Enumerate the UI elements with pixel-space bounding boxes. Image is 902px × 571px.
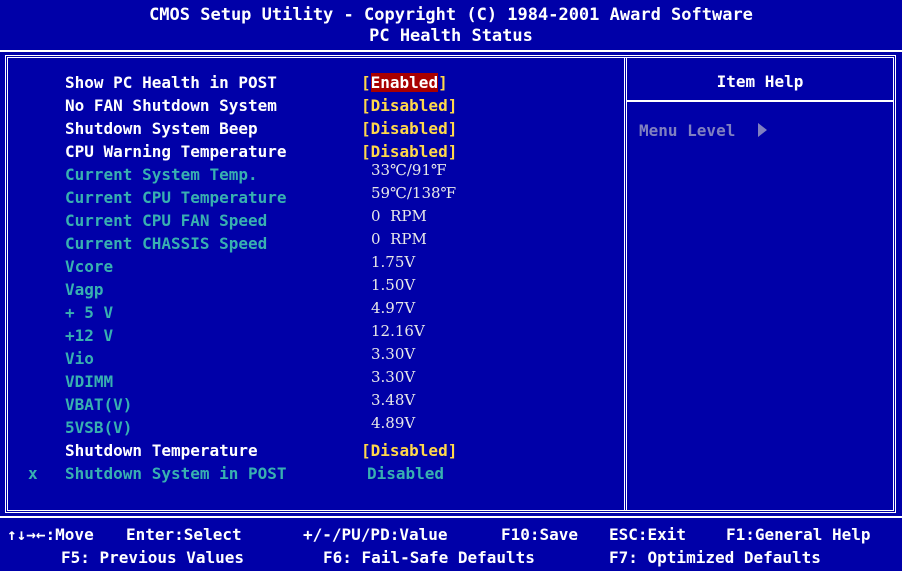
item-help-panel: Item Help Menu Level xyxy=(627,58,893,510)
header-divider xyxy=(0,50,902,52)
reading-label: Vio xyxy=(65,349,94,368)
setting-row-show-pc-health[interactable]: Show PC Health in POST [Enabled] xyxy=(8,73,620,95)
setting-row-shutdown-post: x Shutdown System in POST Disabled xyxy=(8,464,620,486)
reading-value: 1.50V xyxy=(371,276,416,294)
setting-row-cpu-warning-temp[interactable]: CPU Warning Temperature [Disabled] xyxy=(8,142,620,164)
reading-row-chassis-fan: Current CHASSIS Speed 0 RPM xyxy=(8,230,620,256)
reading-label: Current CPU FAN Speed xyxy=(65,211,268,230)
setting-label: Shutdown Temperature xyxy=(65,441,258,460)
reading-row-system-temp: Current System Temp. 33℃/91℉ xyxy=(8,161,620,187)
setting-value[interactable]: [Disabled] xyxy=(361,96,457,115)
setting-value[interactable]: [Disabled] xyxy=(361,441,457,460)
bios-screen: CMOS Setup Utility - Copyright (C) 1984-… xyxy=(0,0,902,571)
setting-row-no-fan-shutdown[interactable]: No FAN Shutdown System [Disabled] xyxy=(8,96,620,118)
reading-label: Current CHASSIS Speed xyxy=(65,234,268,253)
reading-label: VBAT(V) xyxy=(65,395,133,414)
setting-label: Shutdown System in POST xyxy=(65,464,287,483)
reading-label: Current System Temp. xyxy=(65,165,258,184)
reading-value: 3.30V xyxy=(371,345,416,363)
page-title: PC Health Status xyxy=(369,26,533,46)
footer-optimized-defaults-hint: F7: Optimized Defaults xyxy=(609,548,821,567)
reading-label: Vcore xyxy=(65,257,114,276)
reading-label: VDIMM xyxy=(65,372,114,391)
reading-value: 0 RPM xyxy=(371,207,427,225)
settings-panel: Show PC Health in POST [Enabled] No FAN … xyxy=(5,55,896,513)
reading-value: 3.30V xyxy=(371,368,416,386)
reading-value: 4.89V xyxy=(371,414,416,432)
reading-value: 12.16V xyxy=(371,322,425,340)
setting-value[interactable]: [Disabled] xyxy=(361,142,457,161)
reading-row-cpu-fan: Current CPU FAN Speed 0 RPM xyxy=(8,207,620,233)
footer-exit-hint: ESC:Exit xyxy=(609,525,687,544)
setting-label: Shutdown System Beep xyxy=(65,119,258,138)
reading-value: 59℃/138℉ xyxy=(371,184,457,202)
footer-select-hint: Enter:Select xyxy=(126,525,242,544)
reading-label: +12 V xyxy=(65,326,114,345)
setting-value[interactable]: [Disabled] xyxy=(361,119,457,138)
setting-row-shutdown-temp[interactable]: Shutdown Temperature [Disabled] xyxy=(8,441,620,463)
footer-save-hint: F10:Save xyxy=(501,525,579,544)
reading-row-vio: Vio 3.30V xyxy=(8,345,620,371)
selected-value[interactable]: Enabled xyxy=(370,73,439,92)
reading-row-cpu-temp: Current CPU Temperature 59℃/138℉ xyxy=(8,184,620,210)
reading-row-vbat: VBAT(V) 3.48V xyxy=(8,391,620,417)
footer-value-hint: +/-/PU/PD:Value xyxy=(303,525,448,544)
footer-failsafe-defaults-hint: F6: Fail-Safe Defaults xyxy=(323,548,535,567)
menu-level-label: Menu Level xyxy=(639,121,736,140)
setting-label: No FAN Shutdown System xyxy=(65,96,277,115)
reading-row-vdimm: VDIMM 3.30V xyxy=(8,368,620,394)
footer-general-help-hint: F1:General Help xyxy=(726,525,871,544)
reading-label: Vagp xyxy=(65,280,104,299)
reading-value: 4.97V xyxy=(371,299,416,317)
setting-value: Disabled xyxy=(367,464,445,483)
reading-row-5v: + 5 V 4.97V xyxy=(8,299,620,325)
utility-title: CMOS Setup Utility - Copyright (C) 1984-… xyxy=(149,5,753,25)
triangle-right-icon xyxy=(758,123,767,137)
footer-divider xyxy=(0,516,902,518)
setting-label: CPU Warning Temperature xyxy=(65,142,287,161)
reading-row-vagp: Vagp 1.50V xyxy=(8,276,620,302)
item-help-divider xyxy=(627,100,893,102)
reading-label: 5VSB(V) xyxy=(65,418,133,437)
reading-row-5vsb: 5VSB(V) 4.89V xyxy=(8,414,620,440)
setting-label: Show PC Health in POST xyxy=(65,73,277,92)
reading-row-vcore: Vcore 1.75V xyxy=(8,253,620,279)
reading-row-12v: +12 V 12.16V xyxy=(8,322,620,348)
reading-value: 0 RPM xyxy=(371,230,427,248)
header: CMOS Setup Utility - Copyright (C) 1984-… xyxy=(0,0,902,52)
setting-value[interactable]: [Enabled] xyxy=(361,73,448,92)
footer-move-hint: ↑↓→←:Move xyxy=(7,525,94,544)
item-help-title: Item Help xyxy=(716,72,804,91)
reading-label: + 5 V xyxy=(65,303,114,322)
unavailable-marker: x xyxy=(28,464,38,483)
reading-value: 33℃/91℉ xyxy=(371,161,447,179)
setting-row-shutdown-beep[interactable]: Shutdown System Beep [Disabled] xyxy=(8,119,620,141)
reading-label: Current CPU Temperature xyxy=(65,188,287,207)
reading-value: 3.48V xyxy=(371,391,416,409)
reading-value: 1.75V xyxy=(371,253,416,271)
footer-previous-values-hint: F5: Previous Values xyxy=(61,548,245,567)
